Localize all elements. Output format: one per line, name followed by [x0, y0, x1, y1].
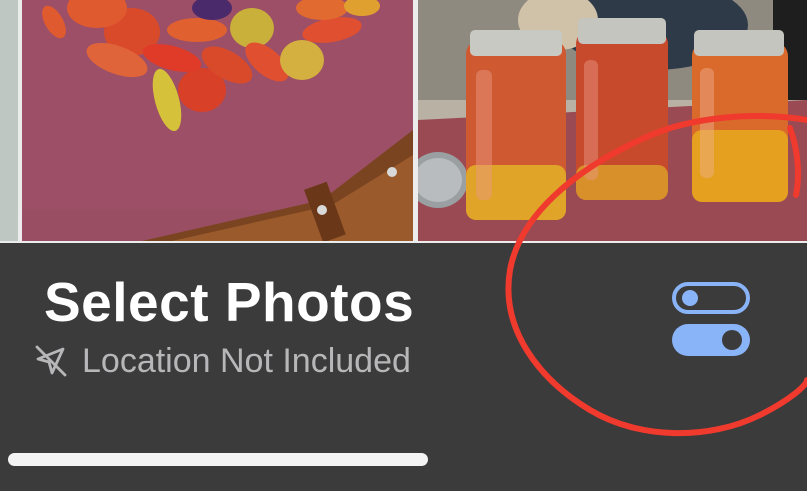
- location-status-label: Location Not Included: [82, 341, 411, 380]
- toggles-icon-top: [672, 282, 750, 314]
- photo-thumbnail-jars[interactable]: [418, 0, 807, 241]
- photo-strip: [0, 0, 807, 243]
- location-status: Location Not Included: [32, 340, 411, 382]
- page-title: Select Photos: [44, 271, 415, 333]
- toggles-icon-bottom: [672, 324, 750, 356]
- home-indicator[interactable]: [8, 453, 428, 466]
- location-slash-icon: [32, 342, 70, 380]
- options-button[interactable]: [668, 278, 754, 360]
- photo-thumbnail-peppers[interactable]: [22, 0, 413, 241]
- photo-edge: [0, 0, 18, 241]
